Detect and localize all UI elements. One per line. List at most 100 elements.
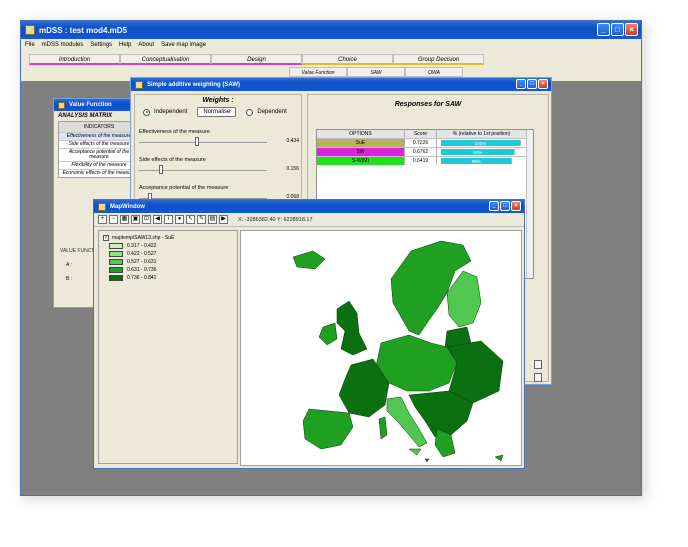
select-arrow-icon[interactable]: ↖ [186,215,195,224]
table-row[interactable]: SW 0.6762 93% [317,147,533,156]
saw-title-bar[interactable]: Simple additive weighting (SAW) _ □ × [131,78,551,91]
legend-item: 0.527 - 0.631 [109,259,237,265]
legend-swatch [109,275,123,281]
europe-map[interactable] [241,231,522,466]
partial-button[interactable] [534,360,542,369]
percent-bar: 100% [441,140,521,146]
slider-thumb[interactable] [158,165,163,174]
zoom-layer-icon[interactable]: ▣ [131,215,140,224]
close-icon[interactable]: × [511,201,521,211]
tab-group-decision[interactable]: Group Decision [393,54,484,65]
close-icon[interactable]: × [625,23,638,36]
legend-swatch [109,259,123,265]
zoom-out-icon[interactable]: − [109,215,118,224]
criterion-weight: Side effects of the measure 0.156 [139,157,299,175]
window-icon [98,202,106,211]
indicator-row[interactable]: Acceptance potential of the measure [59,148,139,161]
indicator-row[interactable]: Side effects of the measure [59,140,139,148]
legend-swatch [109,267,123,273]
tab-value-function[interactable]: Value Function [289,67,347,77]
map-region-cyprus [494,454,504,462]
score-cell: 0.6762 [405,148,437,156]
minimize-icon[interactable]: _ [516,79,526,89]
map-title-bar[interactable]: MapWindow _ □ × [94,200,524,213]
window-icon [135,80,143,89]
percent-bar: 93% [441,149,516,155]
layer-checkbox[interactable]: ✓ [103,235,109,241]
dependent-label: Dependent [257,109,287,115]
indicators-header: INDICATORS [59,122,139,132]
menu-about[interactable]: About [138,42,154,48]
info-icon[interactable]: i [164,215,173,224]
zoom-selection-icon[interactable]: ⊡ [142,215,151,224]
table-header: OPTIONS Score % (relative to 1st positio… [317,130,533,138]
map-toolbar: + − ▦ ▣ ⊡ ◀ i ● ↖ ✎ ▤ ▶ X: -3286382.40 Y… [94,213,524,227]
saw-title: Simple additive weighting (SAW) [147,81,241,88]
weight-slider[interactable]: 0.434 [139,137,299,147]
dependent-radio[interactable] [246,108,254,116]
zoom-in-icon[interactable]: + [98,215,107,224]
legend-range: 0.527 - 0.631 [127,259,157,265]
globe-icon[interactable]: ● [175,215,184,224]
legend-swatch [109,243,123,249]
legend-item: 0.422 - 0.527 [109,251,237,257]
minimize-icon[interactable]: _ [489,201,499,211]
indicator-row[interactable]: Flexibility of the measure [59,161,139,169]
minimize-icon[interactable]: _ [597,23,610,36]
map-region-britain [336,300,368,356]
maximize-icon[interactable]: □ [527,79,537,89]
table-row[interactable]: SuE 0.7226 100% [317,138,533,147]
menu-mdss-modules[interactable]: mDSS modules [42,42,84,48]
slider-thumb[interactable] [194,137,199,146]
main-title-bar[interactable]: mDSS : test mod4.mD5 _ □ × [21,21,641,39]
option-cell: SuE [317,139,405,147]
column-header: Score [405,130,437,138]
menu-help[interactable]: Help [119,42,131,48]
table-icon[interactable]: ▤ [208,215,217,224]
export-icon[interactable]: ▶ [219,215,228,224]
tab-design[interactable]: Design [211,54,302,65]
hidden-controls [534,360,542,386]
value-function-title: Value Function [69,102,112,108]
menu-settings[interactable]: Settings [90,42,112,48]
maximize-icon[interactable]: □ [611,23,624,36]
table-scrollbar[interactable] [526,130,533,278]
tab-conceptualisation[interactable]: Conceptualisation [120,54,211,65]
legend-range: 0.631 - 0.736 [127,267,157,273]
map-region-sicily [408,448,422,456]
normalise-button[interactable]: Normalise [197,107,237,117]
maximize-icon[interactable]: □ [500,201,510,211]
measure-icon[interactable]: ✎ [197,215,206,224]
indicator-row[interactable]: Effectiveness of the measure [59,132,139,140]
coordinate-readout: X: -3286382.40 Y: 6228918.17 [238,216,313,223]
layer-entry[interactable]: ✓ maptemp\SAW13.shp - SuE [103,235,237,241]
weight-slider[interactable]: 0.156 [139,165,299,175]
legend-panel: ✓ maptemp\SAW13.shp - SuE 0.317 - 0.422 … [98,230,238,464]
tab-introduction[interactable]: Introduction [29,54,120,65]
legend-range: 0.317 - 0.422 [127,243,157,249]
tab-owa[interactable]: OWA [405,67,463,77]
partial-button[interactable] [534,373,542,382]
tab-saw[interactable]: SAW [347,67,405,77]
criterion-label: Effectiveness of the measure [139,129,210,135]
indicator-row[interactable]: Economic effects of the measure [59,169,139,177]
menu-file[interactable]: File [25,42,35,48]
criterion-label: Acceptance potential of the measure [139,185,229,191]
back-arrow-icon[interactable]: ◀ [153,215,162,224]
zoom-extent-icon[interactable]: ▦ [120,215,129,224]
legend-item: 0.317 - 0.422 [109,243,237,249]
menu-save-map-image[interactable]: Save map image [161,42,206,48]
column-header: OPTIONS [317,130,405,138]
column-header: % (relative to 1st position) [437,130,527,138]
indicators-table: INDICATORS Effectiveness of the measure … [58,121,140,178]
close-icon[interactable]: × [538,79,548,89]
independent-radio[interactable] [143,108,150,116]
app-icon [25,25,35,35]
option-cell: SW [317,148,405,156]
menu-bar: File mDSS modules Settings Help About Sa… [21,39,641,51]
table-row[interactable]: S-W(M) 0.6419 89% [317,156,533,165]
tab-choice[interactable]: Choice [302,54,393,65]
responses-title: Responses for SAW [394,101,462,108]
map-canvas[interactable] [240,230,522,466]
map-region-corsica-sardinia [378,416,388,440]
